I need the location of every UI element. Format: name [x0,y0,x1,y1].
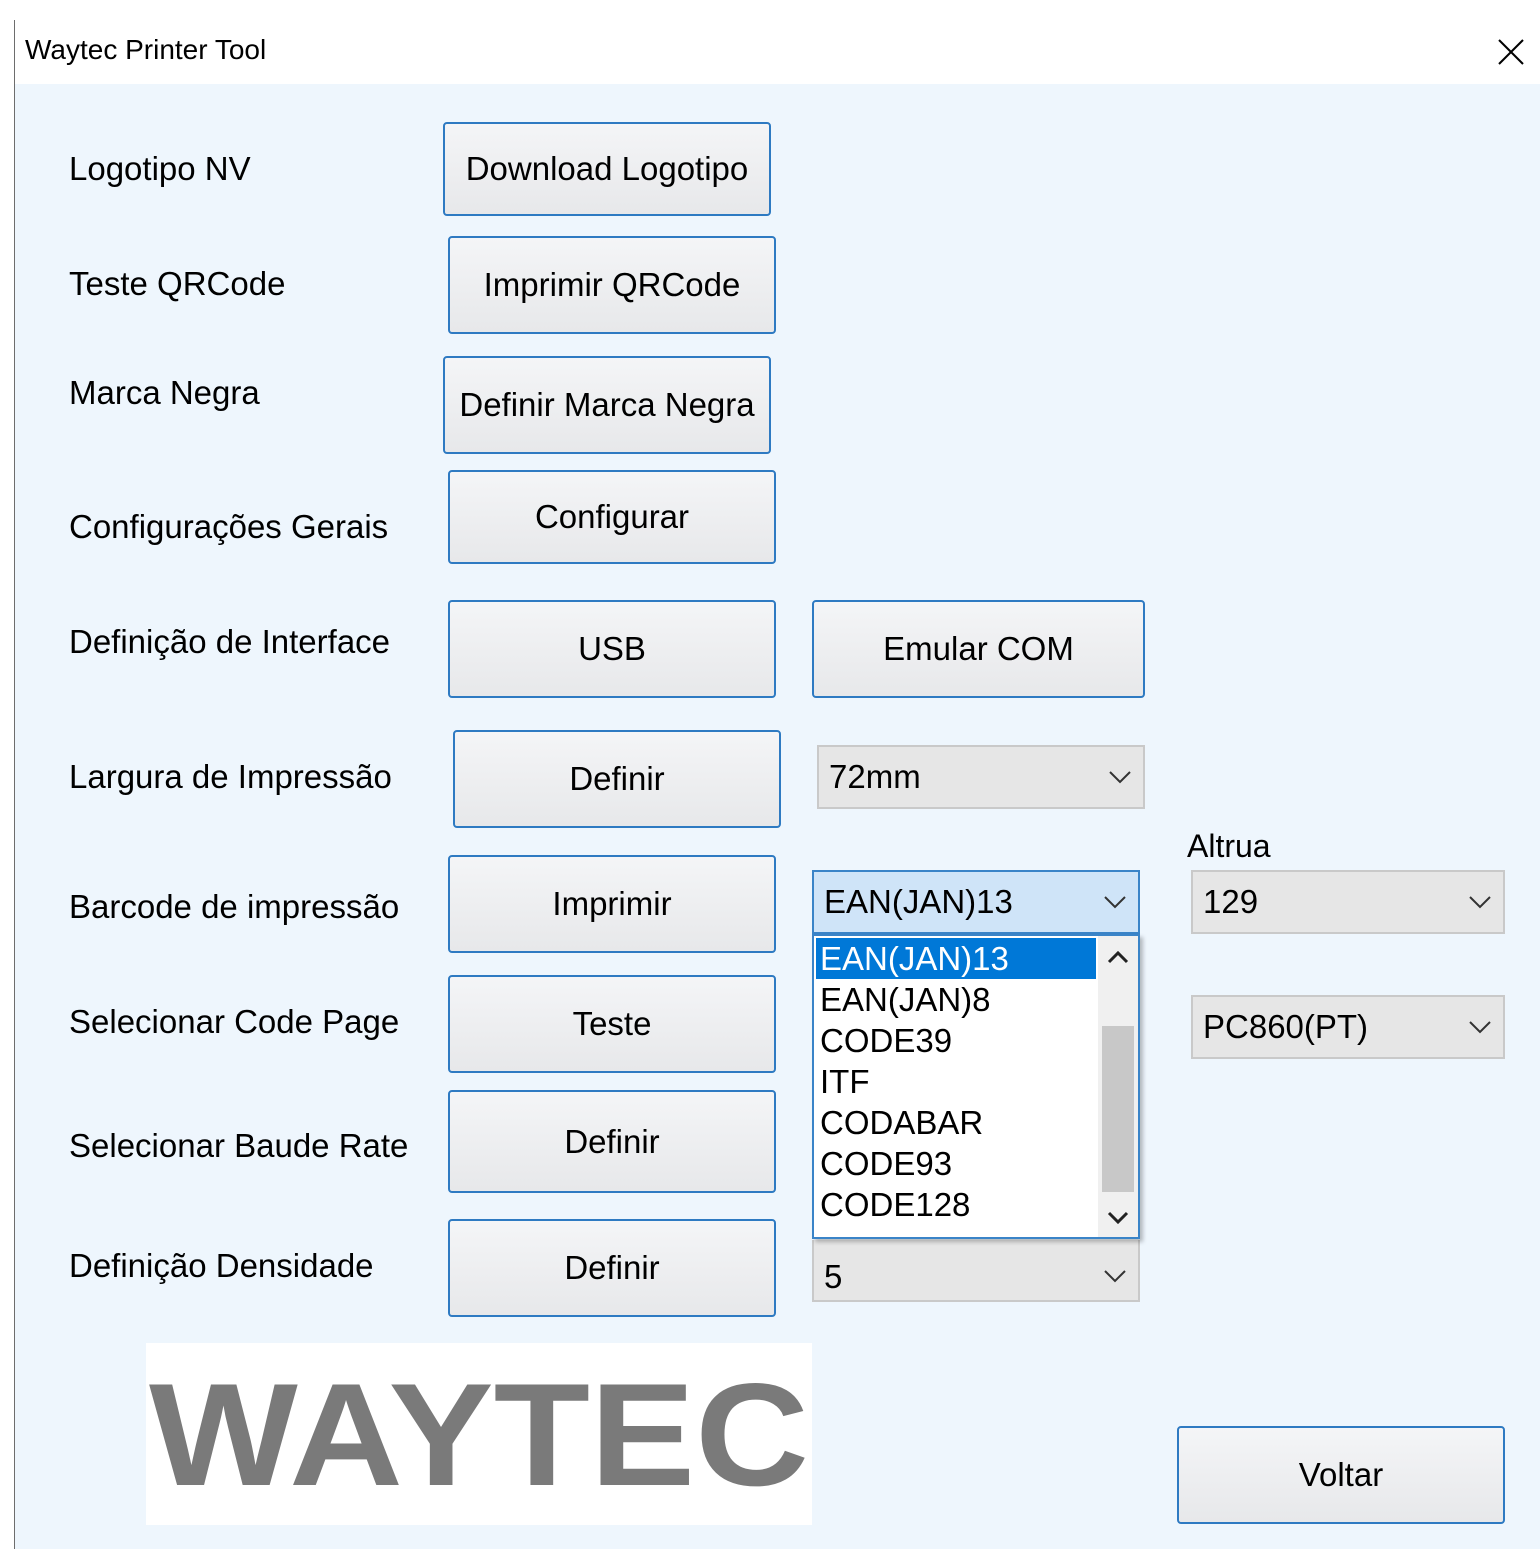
dropdown-option[interactable]: ITF [816,1061,1096,1102]
dropdown-option[interactable]: CODE93 [816,1143,1096,1184]
printer-tool-window: Waytec Printer Tool Logotipo NV Download… [14,20,1540,1549]
waytec-logo-image: WAYTEC [149,1353,809,1516]
desktop-edge [0,0,1540,20]
dropdown-option[interactable]: CODE39 [816,1020,1096,1061]
general-settings-label: Configurações Gerais [69,508,389,545]
waytec-logo: WAYTEC [146,1343,812,1525]
qrcode-label: Teste QRCode [69,265,286,302]
close-button[interactable] [1481,20,1540,84]
height-label: Altrua [1187,828,1271,864]
dropdown-option[interactable]: EAN(JAN)8 [816,979,1096,1020]
barcode-label: Barcode de impressão [69,888,400,925]
chevron-down-icon [1104,896,1126,909]
usb-button[interactable]: USB [448,600,776,698]
code-page-value: PC860(PT) [1203,1008,1369,1045]
dropdown-scrollbar[interactable] [1098,936,1138,1237]
chevron-down-icon [1469,1021,1491,1034]
define-baud-rate-button[interactable]: Definir [448,1090,776,1193]
scroll-up-icon[interactable] [1106,950,1130,964]
print-barcode-button[interactable]: Imprimir [448,855,776,953]
test-code-page-button[interactable]: Teste [448,975,776,1073]
code-page-label: Selecionar Code Page [69,1003,400,1040]
define-width-button[interactable]: Definir [453,730,781,828]
print-width-select[interactable]: 72mm [817,745,1145,809]
print-width-label: Largura de Impressão [69,758,392,795]
barcode-type-select[interactable]: EAN(JAN)13 [812,870,1140,934]
baud-rate-label: Selecionar Baude Rate [69,1127,409,1164]
density-label: Definição Densidade [69,1247,374,1284]
emulate-com-button[interactable]: Emular COM [812,600,1145,698]
define-density-button[interactable]: Definir [448,1219,776,1317]
logo-label: Logotipo NV [69,150,251,187]
print-qrcode-button[interactable]: Imprimir QRCode [448,236,776,334]
interface-label: Definição de Interface [69,623,391,660]
dropdown-option[interactable]: CODABAR [816,1102,1096,1143]
define-black-mark-button[interactable]: Definir Marca Negra [443,356,771,454]
print-width-value: 72mm [829,758,921,795]
barcode-type-dropdown: EAN(JAN)13 EAN(JAN)8 CODE39 ITF CODABAR … [812,934,1140,1239]
code-page-select[interactable]: PC860(PT) [1191,995,1505,1059]
back-button[interactable]: Voltar [1177,1426,1505,1524]
barcode-height-value: 129 [1203,883,1259,920]
window-title: Waytec Printer Tool [25,34,267,65]
scrollbar-thumb[interactable] [1102,1026,1134,1192]
logo-text: WAYTEC [149,1353,809,1516]
close-icon [1498,39,1524,65]
dropdown-option[interactable]: CODE128 [816,1184,1096,1225]
barcode-height-select[interactable]: 129 [1191,870,1505,934]
black-mark-label: Marca Negra [69,374,260,411]
chevron-down-icon [1109,771,1131,784]
scroll-down-icon[interactable] [1106,1211,1130,1225]
chevron-down-icon [1469,896,1491,909]
density-value: 5 [824,1258,843,1296]
dropdown-option[interactable]: EAN(JAN)13 [816,938,1096,979]
download-logo-button[interactable]: Download Logotipo [443,122,771,216]
barcode-type-value: EAN(JAN)13 [824,883,1013,920]
density-select[interactable]: 5 [812,1240,1140,1302]
configure-button[interactable]: Configurar [448,470,776,564]
title-bar: Waytec Printer Tool [15,20,1540,84]
chevron-down-icon [1104,1270,1126,1283]
